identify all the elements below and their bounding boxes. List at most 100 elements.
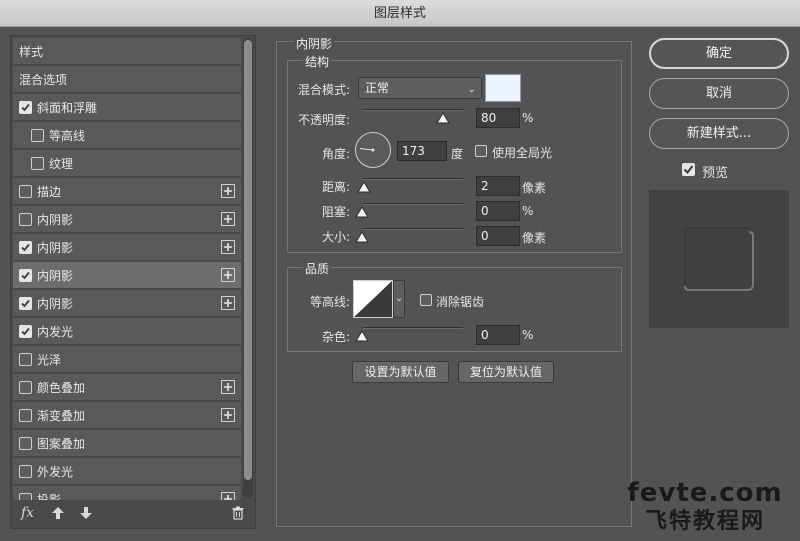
- style-item-label: 纹理: [49, 156, 74, 171]
- trash-icon[interactable]: [231, 506, 245, 520]
- choke-slider-track[interactable]: [363, 203, 463, 205]
- chevron-down-icon: ⌄: [394, 293, 404, 304]
- style-item[interactable]: 纹理: [13, 150, 241, 177]
- noise-input[interactable]: 0: [476, 325, 520, 345]
- style-item[interactable]: 投影: [13, 486, 241, 500]
- style-item[interactable]: 内阴影: [13, 234, 241, 261]
- noise-unit: %: [522, 328, 534, 342]
- angle-dial[interactable]: [355, 132, 391, 168]
- add-effect-icon[interactable]: [221, 240, 235, 254]
- style-item-checkbox[interactable]: [19, 408, 32, 422]
- distance-unit: 像素: [522, 181, 547, 195]
- style-item-label: 渐变叠加: [37, 408, 86, 423]
- contour-dropdown[interactable]: ⌄: [393, 280, 405, 318]
- style-item[interactable]: 颜色叠加: [13, 374, 241, 401]
- reset-default-button[interactable]: 复位为默认值: [458, 361, 554, 383]
- section-title: 内阴影: [294, 35, 335, 52]
- checkmark-icon: [683, 165, 694, 175]
- style-item-label: 混合选项: [19, 72, 68, 87]
- size-label: 大小:: [322, 230, 351, 244]
- ok-button[interactable]: 确定: [649, 38, 789, 69]
- add-effect-icon[interactable]: [221, 380, 235, 394]
- style-item-label: 外发光: [37, 464, 74, 479]
- choke-unit: %: [522, 204, 534, 218]
- move-down-icon[interactable]: [79, 506, 93, 520]
- choke-label: 阻塞:: [322, 205, 351, 219]
- style-preview: [649, 190, 789, 328]
- blend-mode-value: 正常: [365, 81, 390, 95]
- style-item-checkbox[interactable]: [31, 156, 44, 170]
- noise-slider-track[interactable]: [363, 327, 463, 329]
- style-item-checkbox[interactable]: [19, 212, 32, 226]
- style-item[interactable]: 等高线: [13, 122, 241, 149]
- style-item[interactable]: 混合选项: [13, 66, 241, 93]
- style-item-checkbox[interactable]: [19, 184, 32, 198]
- style-item[interactable]: 外发光: [13, 458, 241, 485]
- add-effect-icon[interactable]: [221, 492, 235, 500]
- opacity-slider-track[interactable]: [363, 109, 463, 111]
- style-item-label: 图案叠加: [37, 436, 86, 451]
- style-item-checkbox[interactable]: [19, 100, 32, 114]
- style-item-checkbox[interactable]: [19, 268, 32, 282]
- styles-scrollbar[interactable]: [243, 38, 253, 498]
- style-item[interactable]: 样式: [13, 38, 241, 65]
- new-style-button[interactable]: 新建样式...: [649, 118, 789, 149]
- blend-mode-label: 混合模式:: [298, 83, 351, 97]
- styles-list: 样式 混合选项 斜面和浮雕 等高线 纹理 描边 内阴影 内阴影 内阴影 内阴影 内发光 光泽 颜色叠加渐…: [13, 38, 241, 500]
- style-item[interactable]: 内发光: [13, 318, 241, 345]
- choke-input[interactable]: 0: [476, 201, 520, 221]
- opacity-input[interactable]: 80: [476, 108, 520, 128]
- size-input[interactable]: 0: [476, 226, 520, 246]
- style-item[interactable]: 内阴影: [13, 262, 241, 289]
- style-item-label: 样式: [19, 44, 44, 59]
- style-item-checkbox[interactable]: [19, 436, 32, 450]
- blend-mode-select[interactable]: 正常 ⌄: [358, 77, 482, 99]
- distance-input[interactable]: 2: [476, 176, 520, 196]
- global-light-checkbox[interactable]: [475, 145, 487, 157]
- style-item-label: 等高线: [49, 128, 86, 143]
- style-item-checkbox[interactable]: [19, 296, 32, 310]
- cancel-button[interactable]: 取消: [649, 78, 789, 109]
- add-effect-icon[interactable]: [221, 408, 235, 422]
- style-item[interactable]: 内阴影: [13, 206, 241, 233]
- add-effect-icon[interactable]: [221, 268, 235, 282]
- style-item[interactable]: 内阴影: [13, 290, 241, 317]
- size-slider-track[interactable]: [363, 228, 463, 230]
- style-item[interactable]: 光泽: [13, 346, 241, 373]
- move-up-icon[interactable]: [51, 506, 65, 520]
- window-title: 图层样式: [0, 0, 800, 27]
- angle-unit: 度: [451, 147, 464, 161]
- style-item-label: 颜色叠加: [37, 380, 86, 395]
- style-item-checkbox[interactable]: [31, 128, 44, 142]
- anti-alias-label: 消除锯齿: [436, 295, 485, 309]
- style-item[interactable]: 描边: [13, 178, 241, 205]
- angle-label: 角度:: [322, 147, 351, 161]
- anti-alias-checkbox[interactable]: [420, 294, 432, 306]
- add-effect-icon[interactable]: [221, 212, 235, 226]
- add-effect-icon[interactable]: [221, 184, 235, 198]
- fx-button[interactable]: fx: [21, 505, 34, 521]
- shadow-color-swatch[interactable]: [485, 74, 521, 102]
- set-default-button[interactable]: 设置为默认值: [352, 361, 449, 383]
- style-item-label: 内发光: [37, 324, 74, 339]
- style-item-label: 描边: [37, 184, 62, 199]
- style-item[interactable]: 斜面和浮雕: [13, 94, 241, 121]
- style-item[interactable]: 图案叠加: [13, 430, 241, 457]
- style-item-label: 光泽: [37, 352, 62, 367]
- angle-input[interactable]: 173: [397, 141, 447, 161]
- style-item-checkbox[interactable]: [19, 240, 32, 254]
- add-effect-icon[interactable]: [221, 296, 235, 310]
- style-item-checkbox[interactable]: [19, 464, 32, 478]
- checkmark-icon: [21, 327, 30, 335]
- style-item[interactable]: 渐变叠加: [13, 402, 241, 429]
- preview-checkbox[interactable]: [682, 163, 695, 176]
- style-item-checkbox[interactable]: [19, 380, 32, 394]
- style-item-checkbox[interactable]: [19, 324, 32, 338]
- style-item-checkbox[interactable]: [19, 352, 32, 366]
- distance-slider-track[interactable]: [363, 178, 463, 180]
- style-item-checkbox[interactable]: [19, 492, 32, 500]
- contour-preview[interactable]: [353, 280, 393, 318]
- style-item-label: 斜面和浮雕: [37, 100, 98, 115]
- checkmark-icon: [21, 299, 30, 307]
- scrollbar-thumb[interactable]: [244, 40, 252, 480]
